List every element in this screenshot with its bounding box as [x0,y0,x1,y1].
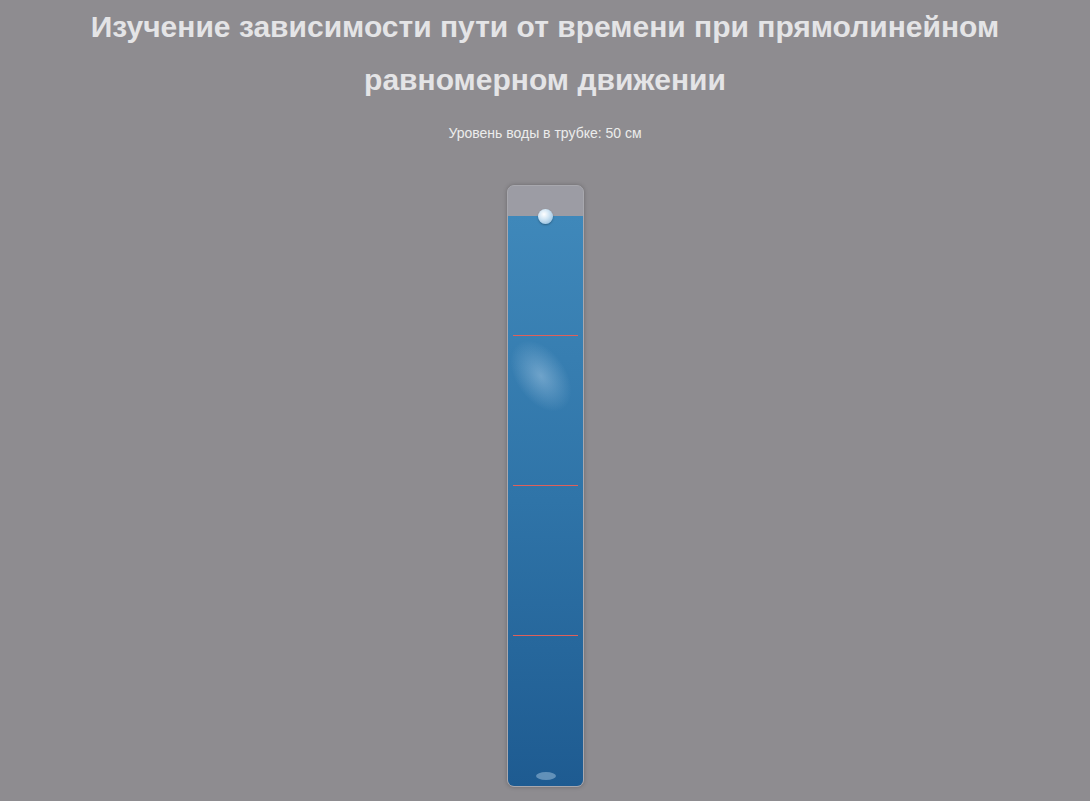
tube-mark [513,485,578,486]
page-title: Изучение зависимости пути от времени при… [30,0,1060,106]
ball[interactable] [538,209,553,224]
water [508,216,583,786]
tube-mark [513,635,578,636]
water-shine [507,329,584,423]
water-level-label: Уровень воды в трубке: 50 см [448,124,641,142]
tube [507,185,584,787]
experiment-page: Изучение зависимости пути от времени при… [0,0,1090,801]
tube-mark [513,335,578,336]
bubble [536,772,556,780]
